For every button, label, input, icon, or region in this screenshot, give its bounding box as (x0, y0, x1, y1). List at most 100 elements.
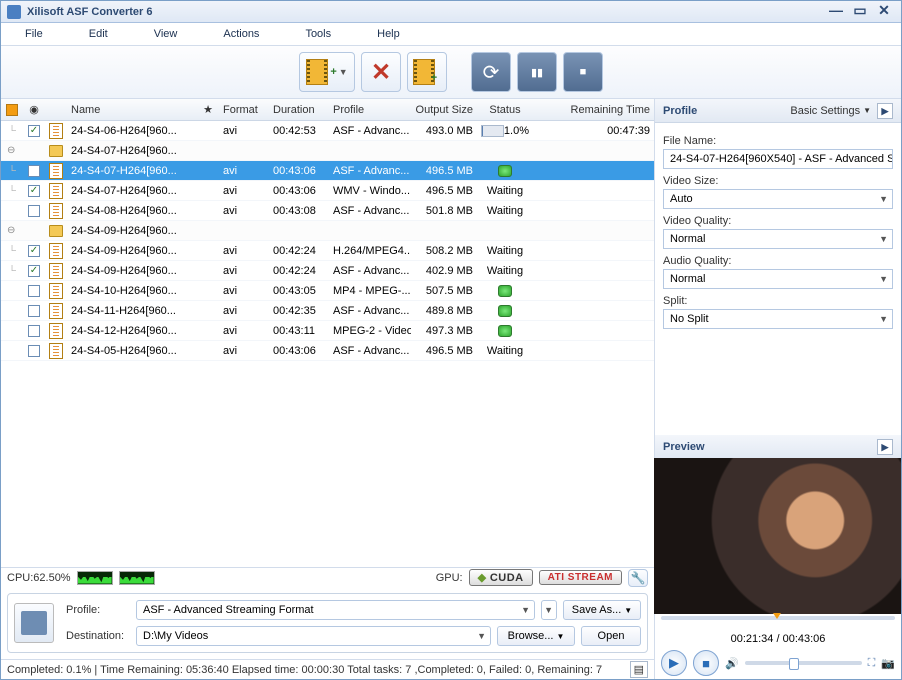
stop-button[interactable]: ■ (563, 52, 603, 92)
group-row[interactable]: ⊖24-S4-07-H264[960... (1, 141, 654, 161)
play-button[interactable]: ▶ (661, 650, 687, 676)
close-button[interactable]: ✕ (873, 4, 895, 20)
grid-body[interactable]: └24-S4-06-H264[960...avi00:42:53ASF - Ad… (1, 121, 654, 567)
file-row[interactable]: └24-S4-06-H264[960...avi00:42:53ASF - Ad… (1, 121, 654, 141)
add-file-button[interactable]: +▼ (299, 52, 355, 92)
row-status: Waiting (477, 245, 533, 257)
row-name: 24-S4-07-H264[960... (67, 165, 197, 177)
file-row[interactable]: └24-S4-09-H264[960...avi00:42:24H.264/MP… (1, 241, 654, 261)
col-name[interactable]: Name (67, 104, 197, 116)
fullscreen-icon[interactable]: ⛶ (868, 657, 876, 670)
file-icon (49, 303, 63, 319)
col-star[interactable]: ★ (197, 103, 219, 116)
file-row[interactable]: 24-S4-08-H264[960...avi00:43:08ASF - Adv… (1, 201, 654, 221)
basic-settings-button[interactable]: Basic Settings ▼ (790, 105, 871, 117)
settings-icon[interactable]: 🔧 (628, 569, 648, 587)
pause-button[interactable]: ▮▮ (517, 52, 557, 92)
volume-icon[interactable]: 🔊 (725, 657, 739, 670)
film-icon (306, 59, 328, 85)
row-output: 489.8 MB (411, 305, 477, 317)
ati-badge[interactable]: ATI STREAM (539, 570, 622, 585)
menu-actions[interactable]: Actions (217, 25, 265, 43)
row-checkbox[interactable] (28, 165, 40, 177)
profile-select[interactable]: ASF - Advanced Streaming Format▼ (136, 600, 535, 620)
expand-preview-button[interactable]: ▶ (877, 439, 893, 455)
menu-file[interactable]: File (19, 25, 49, 43)
file-row[interactable]: 24-S4-11-H264[960...avi00:42:35ASF - Adv… (1, 301, 654, 321)
file-row[interactable]: └24-S4-07-H264[960...avi00:43:06WMV - Wi… (1, 181, 654, 201)
volume-slider[interactable] (745, 661, 862, 665)
row-name: 24-S4-07-H264[960... (67, 185, 197, 197)
filename-field[interactable]: 24-S4-07-H264[960X540] - ASF - Advanced … (663, 149, 893, 169)
minimize-button[interactable]: — (825, 4, 847, 20)
videosize-label: Video Size: (663, 175, 893, 187)
row-checkbox[interactable] (28, 345, 40, 357)
save-as-button[interactable]: Save As...▼ (563, 600, 641, 620)
preview-video[interactable] (654, 458, 901, 614)
chevron-down-icon: ▼ (879, 194, 888, 204)
menu-tools[interactable]: Tools (299, 25, 337, 43)
menu-bar: File Edit View Actions Tools Help (1, 23, 901, 45)
file-row[interactable]: └24-S4-09-H264[960...avi00:42:24ASF - Ad… (1, 261, 654, 281)
add-profile-button[interactable]: + (407, 52, 447, 92)
file-icon (49, 183, 63, 199)
cpu-bar: CPU:62.50% GPU: ◆ CUDA ATI STREAM 🔧 (1, 567, 654, 587)
cpu-spark-icon (119, 571, 155, 585)
destination-field[interactable]: D:\My Videos▼ (136, 626, 491, 646)
col-duration[interactable]: Duration (269, 104, 329, 116)
cuda-badge[interactable]: ◆ CUDA (469, 569, 533, 586)
col-format[interactable]: Format (219, 104, 269, 116)
group-row[interactable]: ⊖24-S4-09-H264[960... (1, 221, 654, 241)
collapse-icon[interactable]: ⊖ (7, 145, 17, 156)
browse-button[interactable]: Browse...▼ (497, 626, 575, 646)
row-checkbox[interactable] (28, 305, 40, 317)
file-row[interactable]: 24-S4-12-H264[960...avi00:43:11MPEG-2 - … (1, 321, 654, 341)
profile-options-button[interactable]: ▼ (541, 600, 557, 620)
row-status: Waiting (477, 205, 533, 217)
timeline[interactable] (655, 613, 901, 631)
file-list-pane: ◉ Name ★ Format Duration Profile Output … (1, 99, 655, 679)
collapse-icon[interactable]: ⊖ (7, 225, 17, 236)
profile-title: Profile (663, 105, 697, 117)
menu-help[interactable]: Help (371, 25, 406, 43)
file-icon (49, 283, 63, 299)
row-checkbox[interactable] (28, 125, 40, 137)
open-button[interactable]: Open (581, 626, 641, 646)
row-checkbox[interactable] (28, 205, 40, 217)
snapshot-icon[interactable]: 📷 (881, 657, 895, 670)
expand-profile-button[interactable]: ▶ (877, 103, 893, 119)
menu-edit[interactable]: Edit (83, 25, 114, 43)
audioquality-select[interactable]: Normal▼ (663, 269, 893, 289)
col-profile[interactable]: Profile (329, 104, 411, 116)
row-output: 493.0 MB (411, 125, 477, 137)
row-status (477, 165, 533, 177)
row-checkbox[interactable] (28, 185, 40, 197)
file-row[interactable]: 24-S4-10-H264[960...avi00:43:05MP4 - MPE… (1, 281, 654, 301)
header-toggle-icon[interactable] (6, 104, 18, 116)
file-row[interactable]: └24-S4-07-H264[960...avi00:43:06ASF - Ad… (1, 161, 654, 181)
split-select[interactable]: No Split▼ (663, 309, 893, 329)
stop-preview-button[interactable]: ■ (693, 650, 719, 676)
row-checkbox[interactable] (28, 325, 40, 337)
col-remaining[interactable]: Remaining Time (533, 104, 654, 116)
row-duration: 00:43:05 (269, 285, 329, 297)
log-icon[interactable]: ▤ (630, 661, 648, 678)
remove-button[interactable]: ✕ (361, 52, 401, 92)
maximize-button[interactable]: ▭ (849, 4, 871, 20)
check-column-header[interactable]: ◉ (23, 103, 45, 116)
convert-button[interactable]: ⟳ (471, 52, 511, 92)
videosize-select[interactable]: Auto▼ (663, 189, 893, 209)
row-profile: ASF - Advanc... (329, 165, 411, 177)
col-output[interactable]: Output Size (411, 104, 477, 116)
row-checkbox[interactable] (28, 265, 40, 277)
col-status[interactable]: Status (477, 104, 533, 116)
videoquality-select[interactable]: Normal▼ (663, 229, 893, 249)
row-format: avi (219, 125, 269, 137)
row-checkbox[interactable] (28, 285, 40, 297)
row-checkbox[interactable] (28, 245, 40, 257)
row-name: 24-S4-11-H264[960... (67, 305, 197, 317)
row-name: 24-S4-06-H264[960... (67, 125, 197, 137)
file-row[interactable]: 24-S4-05-H264[960...avi00:43:06ASF - Adv… (1, 341, 654, 361)
row-profile: ASF - Advanc... (329, 125, 411, 137)
menu-view[interactable]: View (148, 25, 184, 43)
